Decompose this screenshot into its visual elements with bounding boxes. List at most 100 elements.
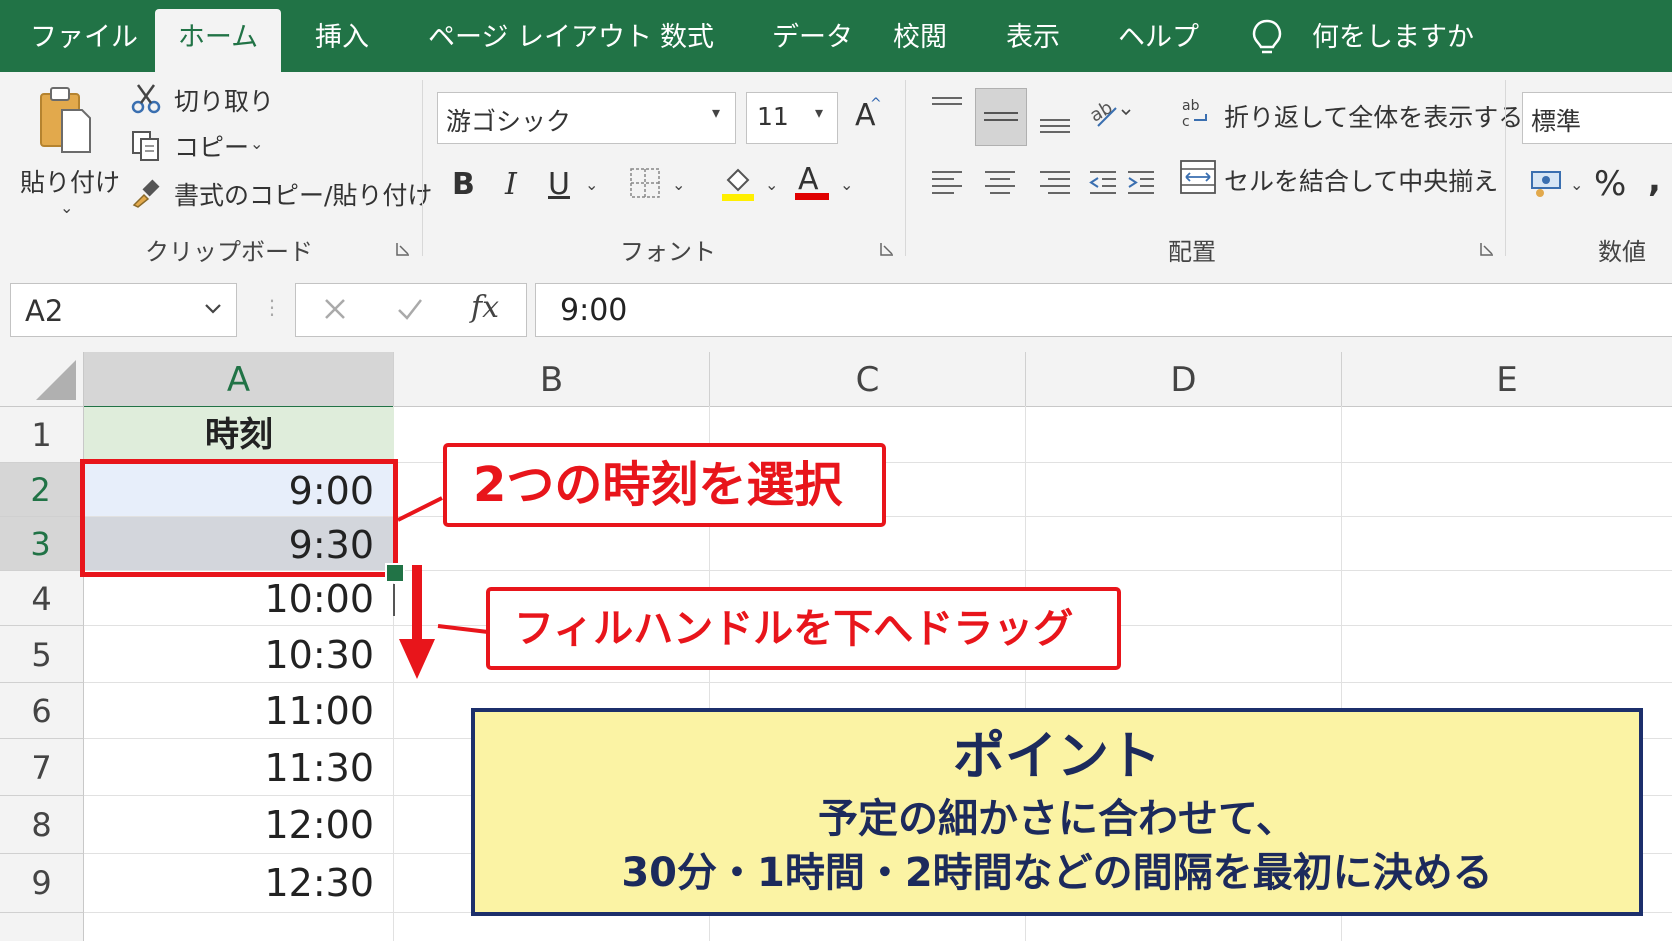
point-box: ポイント 予定の細かさに合わせて、 30分・1時間・2時間などの間隔を最初に決め… (471, 708, 1643, 916)
row-header-2[interactable]: 2 (0, 463, 84, 517)
cell-a4[interactable]: 10:00 (84, 571, 394, 625)
fill-color-icon[interactable] (720, 164, 756, 202)
merge-center-label: セルを結合して中央揃え (1224, 167, 1499, 196)
row-header-5[interactable]: 5 (0, 626, 84, 683)
chevron-down-icon: ▾ (712, 103, 721, 122)
lightbulb-icon[interactable] (1250, 18, 1284, 58)
column-header-a[interactable]: A (84, 352, 394, 409)
caret-up-icon: ^ (870, 96, 882, 112)
wrap-text-label: 折り返して全体を表示する (1224, 103, 1524, 132)
copy-label: コピー (174, 133, 250, 162)
name-box-value: A2 (25, 294, 64, 328)
paste-button[interactable]: 貼り付け ⌄ (18, 78, 120, 228)
chevron-down-icon: ⌄ (60, 198, 74, 217)
ribbon-home: 貼り付け ⌄ 切り取り コピー ⌄ 書式のコピー/貼り付け クリップボード 游ゴ… (0, 72, 1672, 266)
cell-a1[interactable]: 時刻 (84, 407, 394, 462)
border-icon[interactable] (630, 168, 660, 198)
cell-a7[interactable]: 11:30 (84, 739, 394, 795)
tab-view[interactable]: 表示 (1006, 0, 1060, 72)
tab-file[interactable]: ファイル (30, 0, 138, 72)
tell-me-search[interactable]: 何をしますか (1312, 0, 1474, 72)
number-group-label: 数値 (1598, 238, 1646, 266)
name-box[interactable]: A2 (10, 283, 237, 337)
tab-data[interactable]: データ (772, 0, 853, 72)
decrease-indent-icon[interactable] (1088, 168, 1118, 198)
drag-callout: フィルハンドルを下へドラッグ (486, 587, 1121, 670)
chevron-down-icon: ⌄ (840, 175, 854, 194)
tab-home[interactable]: ホーム (155, 9, 281, 72)
paste-icon (38, 84, 94, 154)
insert-function-button[interactable]: fx (471, 290, 499, 325)
font-name-value: 游ゴシック (446, 107, 572, 136)
callout-pointer (437, 624, 489, 634)
align-center-icon[interactable] (983, 168, 1017, 198)
fill-cursor (393, 584, 395, 616)
dialog-launcher-icon[interactable] (880, 242, 894, 256)
chevron-down-icon: ⌄ (765, 175, 779, 194)
wrap-text-button[interactable]: ab c 折り返して全体を表示する (1180, 92, 1523, 136)
merge-center-button[interactable]: セルを結合して中央揃え ⌄ (1180, 156, 1500, 200)
cancel-icon[interactable] (322, 296, 348, 322)
select-all-button[interactable] (0, 352, 84, 407)
chevron-down-icon: ▾ (815, 103, 824, 122)
row-header-8[interactable]: 8 (0, 796, 84, 854)
align-left-icon[interactable] (930, 168, 964, 198)
column-header-c[interactable]: C (710, 352, 1026, 407)
column-header-d[interactable]: D (1026, 352, 1342, 407)
paste-label: 貼り付け (20, 168, 121, 197)
font-color-button[interactable]: A (795, 160, 831, 200)
ribbon-tab-bar: ファイル ホーム 挿入 ページ レイアウト 数式 データ 校閲 表示 ヘルプ 何… (0, 0, 1672, 72)
group-separator (905, 80, 906, 256)
dialog-launcher-icon[interactable] (1480, 242, 1494, 256)
underline-button[interactable]: U (548, 167, 570, 202)
font-size-select[interactable]: 11 ▾ (746, 92, 838, 144)
align-top-icon[interactable] (930, 94, 964, 122)
font-color-letter: A (798, 162, 819, 197)
orientation-icon[interactable]: ab (1088, 96, 1134, 130)
row-header-1[interactable]: 1 (0, 407, 84, 463)
percent-style-button[interactable]: % (1594, 164, 1626, 204)
formula-input[interactable]: 9:00 (535, 283, 1672, 337)
row-header-7[interactable]: 7 (0, 739, 84, 796)
column-header-b[interactable]: B (394, 352, 710, 407)
row-header-9[interactable]: 9 (0, 854, 84, 913)
italic-button[interactable]: I (505, 167, 517, 202)
number-format-select[interactable]: 標準 (1522, 92, 1672, 144)
comma-style-button[interactable]: , (1648, 160, 1661, 200)
tab-formulas[interactable]: 数式 (660, 0, 714, 72)
cell-a5[interactable]: 10:30 (84, 626, 394, 682)
select-callout: 2つの時刻を選択 (443, 443, 886, 527)
align-bottom-icon[interactable] (1038, 112, 1072, 140)
column-header-e[interactable]: E (1342, 352, 1672, 407)
cell-a8[interactable]: 12:00 (84, 796, 394, 853)
chevron-down-icon: ⌄ (672, 175, 686, 194)
tab-review[interactable]: 校閲 (893, 0, 947, 72)
formula-bar: A2 ⋮ fx 9:00 (0, 265, 1672, 352)
group-separator (1505, 80, 1506, 256)
format-painter-label: 書式のコピー/貼り付け (174, 181, 433, 210)
format-painter-button[interactable]: 書式のコピー/貼り付け (128, 174, 432, 214)
cell-a6[interactable]: 11:00 (84, 683, 394, 738)
dialog-launcher-icon[interactable] (396, 242, 410, 256)
chevron-down-icon (203, 302, 223, 316)
align-right-icon[interactable] (1038, 168, 1072, 198)
down-arrow-icon (399, 565, 435, 679)
align-middle-icon[interactable] (975, 88, 1027, 146)
tab-page-layout[interactable]: ページ レイアウト (428, 0, 652, 72)
cut-button[interactable]: 切り取り (128, 80, 278, 120)
accounting-format-icon[interactable] (1530, 168, 1564, 198)
row-header-4[interactable]: 4 (0, 571, 84, 626)
tab-help[interactable]: ヘルプ (1118, 0, 1199, 72)
font-name-select[interactable]: 游ゴシック ▾ (437, 92, 736, 144)
tab-insert[interactable]: 挿入 (315, 0, 369, 72)
row-header-3[interactable]: 3 (0, 517, 84, 571)
row-header-10[interactable] (0, 913, 84, 941)
cell-a9[interactable]: 12:30 (84, 854, 394, 912)
row-header-6[interactable]: 6 (0, 683, 84, 739)
increase-indent-icon[interactable] (1126, 168, 1156, 198)
clipboard-group-label: クリップボード (145, 238, 313, 266)
copy-button[interactable]: コピー ⌄ (128, 128, 268, 168)
bold-button[interactable]: B (452, 167, 475, 202)
enter-check-icon[interactable] (396, 296, 424, 322)
chevron-down-icon: ⌄ (1478, 168, 1492, 187)
